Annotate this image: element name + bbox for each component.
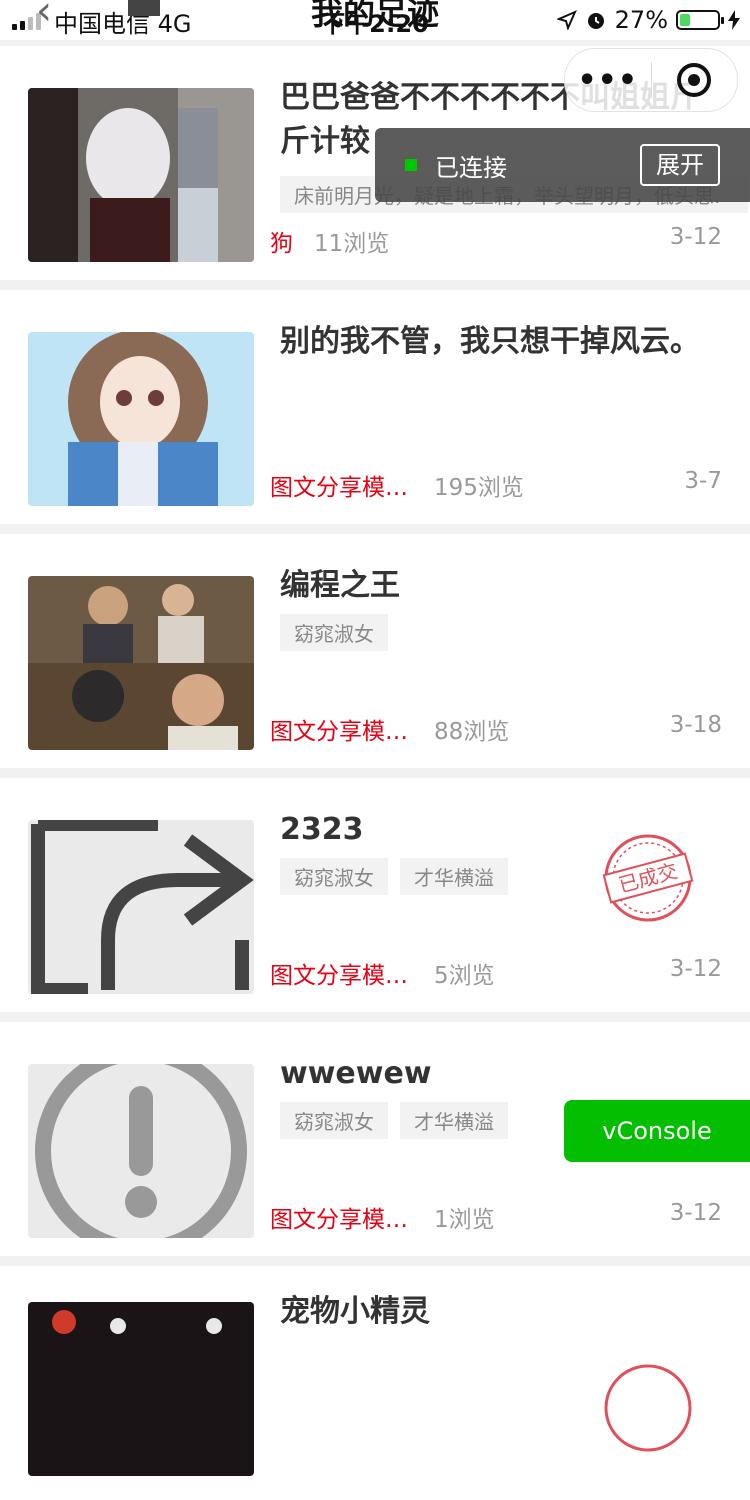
connected-dot-icon <box>405 159 417 171</box>
list-item[interactable]: 别的我不管，我只想干掉风云。 图文分享模… 195浏览 3-7 <box>0 290 750 524</box>
item-thumbnail <box>28 1302 254 1476</box>
item-meta: 图文分享模… 88浏览 3-18 <box>270 712 722 752</box>
page-title: 我的足迹 <box>310 0 439 32</box>
item-thumbnail <box>28 820 254 994</box>
item-tag: 窈窕淑女 <box>280 858 388 895</box>
list-item[interactable]: 编程之王 窈窕淑女 图文分享模… 88浏览 3-18 <box>0 534 750 768</box>
item-meta: 图文分享模… 1浏览 3-12 <box>270 1200 722 1240</box>
connected-label: 已连接 <box>435 154 507 182</box>
item-tags: 窈窕淑女 <box>280 614 388 651</box>
mini-program-capsule: ••• <box>564 48 738 112</box>
item-tag: 窈窕淑女 <box>280 614 388 651</box>
item-tags: 窈窕淑女 才华横溢 <box>280 858 508 895</box>
item-tag: 才华横溢 <box>400 858 508 895</box>
item-views: 11浏览 <box>314 231 390 257</box>
item-category: 图文分享模… <box>270 719 408 745</box>
item-date: 3-12 <box>669 224 722 250</box>
item-views: 88浏览 <box>434 719 510 745</box>
item-title: 宠物小精灵 <box>280 1294 430 1329</box>
item-category: 图文分享模… <box>270 475 408 501</box>
item-thumbnail <box>28 576 254 750</box>
item-meta: 图文分享模… 195浏览 3-7 <box>270 468 722 508</box>
item-views: 195浏览 <box>434 475 524 501</box>
item-title: 别的我不管，我只想干掉风云。 <box>280 324 700 359</box>
item-meta: 狗 11浏览 3-12 <box>270 224 722 264</box>
sold-stamp-icon <box>604 1364 692 1452</box>
item-views: 5浏览 <box>434 963 495 989</box>
item-category: 图文分享模… <box>270 1207 408 1233</box>
item-date: 3-7 <box>684 468 722 494</box>
item-tags: 窈窕淑女 才华横溢 <box>280 1102 508 1139</box>
item-views: 1浏览 <box>434 1207 495 1233</box>
item-date: 3-12 <box>669 956 722 982</box>
close-target-button[interactable] <box>652 62 738 98</box>
item-thumbnail <box>28 332 254 506</box>
list-item[interactable]: 宠物小精灵 <box>0 1266 750 1500</box>
list-item[interactable]: 2323 窈窕淑女 才华横溢 已成交 图文分享模… 5浏览 3-12 <box>0 778 750 1012</box>
sold-stamp-icon: 已成交 <box>602 834 694 922</box>
item-title: 编程之王 <box>280 568 400 603</box>
item-date: 3-12 <box>669 1200 722 1226</box>
more-button[interactable]: ••• <box>565 63 651 98</box>
item-meta: 图文分享模… 5浏览 3-12 <box>270 956 722 996</box>
target-icon <box>677 63 712 97</box>
item-category: 图文分享模… <box>270 963 408 989</box>
connection-banner: 已连接 展开 <box>375 128 750 202</box>
expand-button[interactable]: 展开 <box>640 144 720 186</box>
vconsole-button[interactable]: vConsole <box>564 1100 750 1162</box>
item-title: wwewew <box>280 1056 432 1091</box>
item-thumbnail <box>28 1064 254 1238</box>
item-tag: 窈窕淑女 <box>280 1102 388 1139</box>
item-thumbnail <box>28 88 254 262</box>
item-category: 狗 <box>270 231 293 257</box>
item-tag: 才华横溢 <box>400 1102 508 1139</box>
item-date: 3-18 <box>669 712 722 738</box>
